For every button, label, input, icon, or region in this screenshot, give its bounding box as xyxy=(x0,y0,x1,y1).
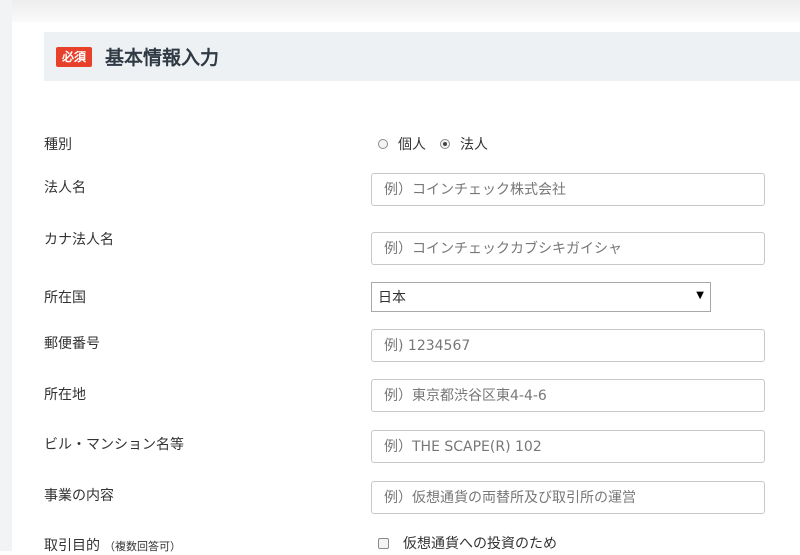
section-title: 基本情報入力 xyxy=(105,47,220,69)
corp-name-input[interactable] xyxy=(371,173,765,206)
building-input[interactable] xyxy=(371,430,765,463)
purpose-checkbox[interactable] xyxy=(378,537,389,549)
corp-kana-label: カナ法人名 xyxy=(44,232,114,248)
type-radio-group: 個人 法人 xyxy=(378,133,502,155)
building-label: ビル・マンション名等 xyxy=(44,437,184,453)
required-badge: 必須 xyxy=(56,46,93,67)
country-label: 所在国 xyxy=(44,290,86,306)
radio-individual-label[interactable]: 個人 xyxy=(398,134,426,154)
purpose-note: （複数回答可） xyxy=(104,540,181,553)
corp-name-label: 法人名 xyxy=(44,180,86,196)
radio-corporation-label[interactable]: 法人 xyxy=(460,134,488,154)
country-select-value: 日本 xyxy=(378,290,406,306)
left-rail xyxy=(0,0,12,551)
address-input[interactable] xyxy=(371,379,765,412)
purpose-label-text: 取引目的 xyxy=(44,538,100,554)
section-header: 必須 基本情報入力 xyxy=(44,32,800,81)
corp-kana-input[interactable] xyxy=(371,232,765,265)
business-input[interactable] xyxy=(371,481,765,514)
purpose-option: 仮想通貨への投資のため xyxy=(378,533,557,553)
top-strip xyxy=(12,0,800,22)
radio-corporation[interactable] xyxy=(440,139,450,149)
postal-input[interactable] xyxy=(371,329,765,362)
chevron-down-icon: ▼ xyxy=(696,290,704,301)
purpose-label: 取引目的 （複数回答可） xyxy=(44,535,181,555)
type-label: 種別 xyxy=(44,137,72,153)
business-label: 事業の内容 xyxy=(44,488,114,504)
address-label: 所在地 xyxy=(44,387,86,403)
radio-individual[interactable] xyxy=(378,139,388,149)
country-select[interactable]: 日本 ▼ xyxy=(371,282,711,312)
purpose-option-label[interactable]: 仮想通貨への投資のため xyxy=(403,533,557,553)
postal-label: 郵便番号 xyxy=(44,336,100,352)
